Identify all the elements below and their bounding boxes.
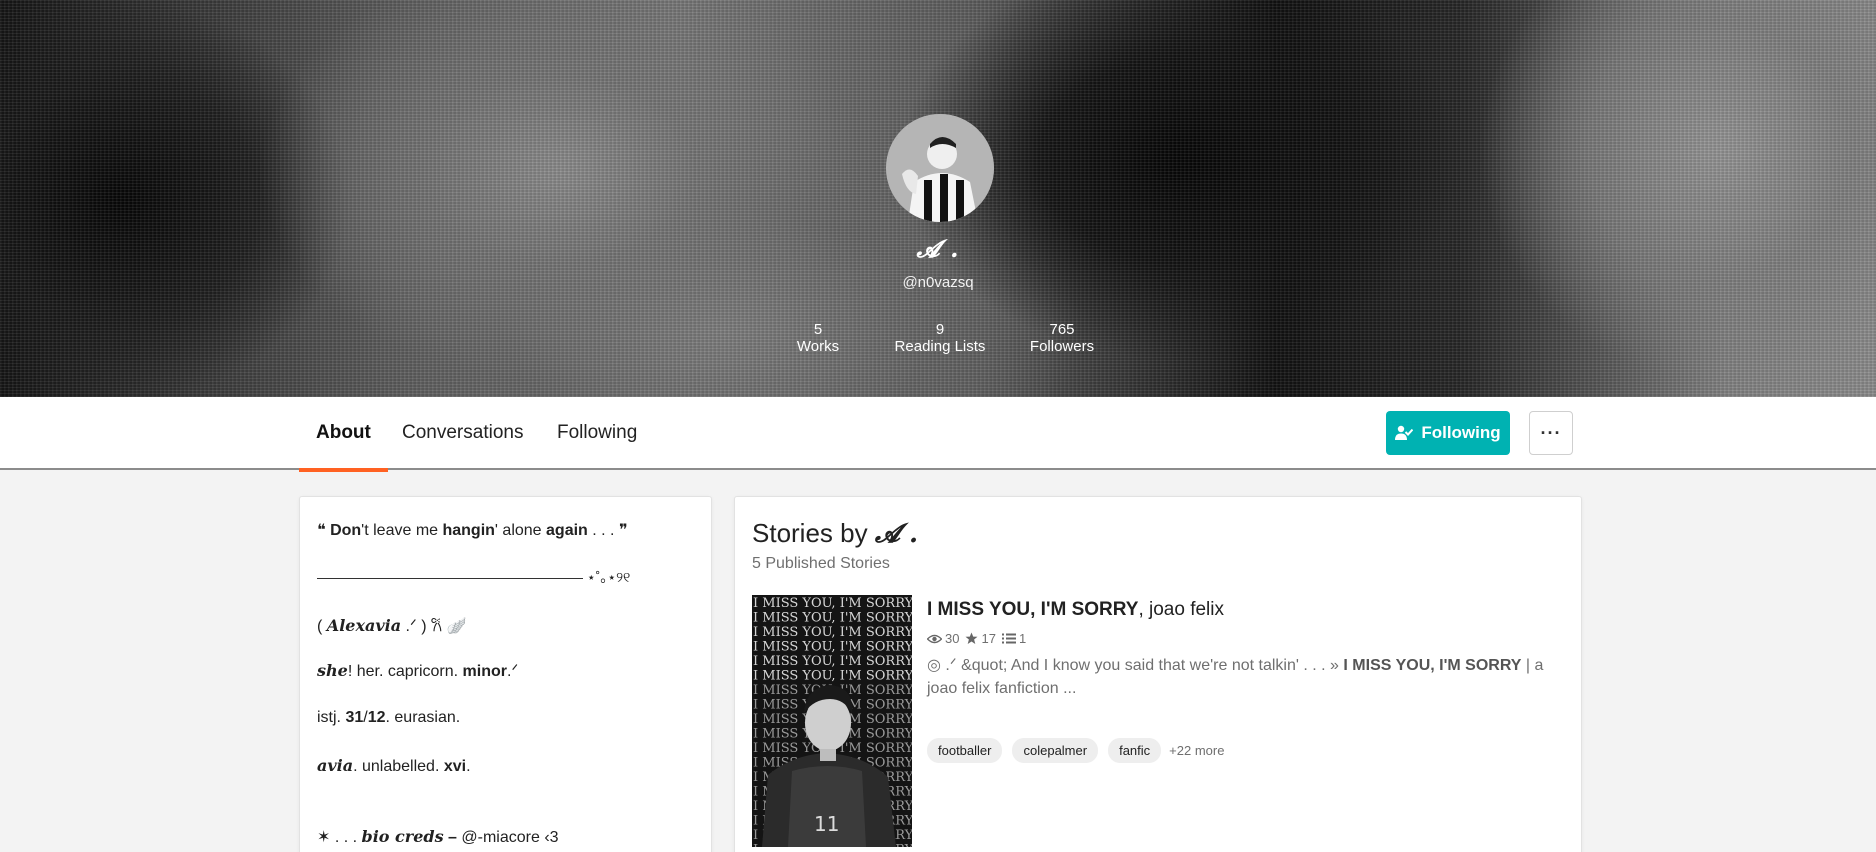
about-text: minor xyxy=(462,663,507,680)
stat-works-count: 5 xyxy=(813,321,823,338)
description-bold: I MISS YOU, I'M SORRY xyxy=(1343,657,1522,674)
about-divider: ——————————————————— ⋆˚｡⋆୨୧ xyxy=(317,569,631,585)
more-options-button[interactable]: ··· xyxy=(1529,411,1573,455)
story-tags: footballer colepalmer fanfic +22 more xyxy=(927,738,1224,763)
story-title[interactable]: I MISS YOU, I'M SORRY, joao felix xyxy=(927,599,1224,621)
parts-stat: 1 xyxy=(1001,631,1027,646)
tab-about[interactable]: About xyxy=(299,422,388,472)
stat-followers-count: 765 xyxy=(1049,321,1075,338)
about-text: leave me xyxy=(368,522,443,539)
about-text: – xyxy=(443,829,462,846)
stat-followers[interactable]: 765 Followers xyxy=(1024,321,1100,355)
stat-reading-lists[interactable]: 9 Reading Lists xyxy=(884,321,996,355)
following-button[interactable]: Following xyxy=(1386,411,1510,455)
profile-handle: @n0vazsq xyxy=(902,274,974,291)
about-text: ' alone xyxy=(494,522,547,539)
stat-works[interactable]: 5 Works xyxy=(788,321,848,355)
about-text: istj. xyxy=(317,709,346,726)
cover-jersey-number: 11 xyxy=(814,812,839,836)
about-text: . eurasian. xyxy=(385,709,461,726)
tab-conversations[interactable]: Conversations xyxy=(385,422,540,470)
stories-heading-text: Stories by xyxy=(752,518,875,548)
profile-name: 𝓐 . xyxy=(916,234,960,263)
about-credits-line: ✶ . . . bio creds – @-miacore ‹3 xyxy=(317,827,559,847)
story-title-bold: I MISS YOU, I'M SORRY xyxy=(927,599,1139,620)
votes-stat: 17 xyxy=(965,631,996,646)
reads-count: 30 xyxy=(945,631,960,646)
story-stats: 30 17 1 xyxy=(927,631,1026,646)
about-text: . unlabelled. xyxy=(353,758,444,775)
about-text: hangin xyxy=(442,522,495,539)
about-text: Don xyxy=(330,522,362,539)
more-icon: ··· xyxy=(1540,422,1562,443)
following-button-label: Following xyxy=(1421,423,1501,442)
wing-icon: 𐙚 🪽 xyxy=(431,618,467,635)
story-cover-image: I MISS YOU, I'M SORRYI MISS YOU, I'M SOR… xyxy=(752,595,912,847)
about-text: .ᐟ xyxy=(507,663,519,680)
cover-title-text: I MISS YOU, I'M SORRY xyxy=(753,611,912,626)
stat-works-label: Works xyxy=(796,338,840,355)
story-title-rest: , joao felix xyxy=(1138,599,1224,620)
story-description: ◎ .ᐟ &quot; And I know you said that we'… xyxy=(927,654,1567,700)
stories-heading: Stories by 𝓐 . xyxy=(752,518,918,550)
description-text: ◎ .ᐟ &quot; And I know you said that we'… xyxy=(927,657,1344,674)
star-icon xyxy=(965,632,978,644)
reads-stat: 30 xyxy=(927,631,959,646)
about-text: . . . xyxy=(587,522,619,539)
about-details-line: istj. 31/12. eurasian. xyxy=(317,709,460,727)
more-tags-link[interactable]: +22 more xyxy=(1169,743,1224,758)
about-text: ( xyxy=(317,618,327,635)
tag-footballer[interactable]: footballer xyxy=(927,738,1003,763)
parts-count: 1 xyxy=(1018,631,1027,646)
eye-icon xyxy=(927,634,942,643)
about-text: 't xyxy=(361,522,369,539)
cover-title-text: I MISS YOU, I'M SORRY xyxy=(753,654,912,669)
stat-reading-lists-count: 9 xyxy=(935,321,945,338)
quote-close: ❞ xyxy=(618,522,628,539)
about-text: bio creds xyxy=(361,827,444,846)
published-count: 5 Published Stories xyxy=(752,555,890,572)
tab-following[interactable]: Following xyxy=(540,422,654,470)
stories-card: Stories by 𝓐 . 5 Published Stories I MIS… xyxy=(734,496,1582,852)
about-card: ❝ Don't leave me hangin' alone again . .… xyxy=(299,496,712,852)
cover-title-text: I MISS YOU, I'M SORRY xyxy=(753,669,912,684)
avatar-image xyxy=(886,114,994,222)
about-text: ✶ . . . xyxy=(317,829,362,846)
stat-reading-lists-label: Reading Lists xyxy=(894,338,986,355)
about-nickname: Alexavia xyxy=(326,616,402,635)
about-text: again xyxy=(546,522,588,539)
tag-colepalmer[interactable]: colepalmer xyxy=(1012,738,1099,763)
stories-heading-name: 𝓐 . xyxy=(874,519,919,549)
tag-fanfic[interactable]: fanfic xyxy=(1108,738,1162,763)
profile-nav: About Conversations Following xyxy=(0,397,1876,472)
votes-count: 17 xyxy=(981,631,996,646)
about-text: .ᐟ ) xyxy=(401,618,431,635)
about-quote: ❝ Don't leave me hangin' alone again . .… xyxy=(317,520,628,540)
user-check-icon xyxy=(1395,425,1414,440)
about-text: . xyxy=(466,758,471,775)
cover-title-text: I MISS YOU, I'M SORRY xyxy=(753,625,912,640)
list-icon xyxy=(1001,633,1016,644)
about-text: xvi xyxy=(443,758,467,775)
about-text: 12 xyxy=(367,709,386,726)
about-credit-link[interactable]: @-miacore ‹3 xyxy=(461,829,558,846)
about-text: 31 xyxy=(345,709,364,726)
profile-avatar xyxy=(886,114,994,222)
about-text: ! her. capricorn. xyxy=(347,663,463,680)
about-identity-line: avia. unlabelled. xvi. xyxy=(317,756,471,776)
about-name-line: ( Alexavia .ᐟ ) 𐙚 🪽 xyxy=(317,614,466,636)
about-pronouns-line: she! her. capricorn. minor.ᐟ xyxy=(317,661,518,681)
about-text: she xyxy=(317,661,348,680)
cover-title-text: I MISS YOU, I'M SORRY xyxy=(753,640,912,655)
stat-followers-label: Followers xyxy=(1029,338,1095,355)
quote-open: ❝ xyxy=(317,522,331,539)
cover-title-text: I MISS YOU, I'M SORRY xyxy=(753,596,912,611)
story-cover[interactable]: I MISS YOU, I'M SORRY I MISS YOU, I'M SOR… xyxy=(752,595,912,847)
about-text: avia xyxy=(317,756,354,775)
